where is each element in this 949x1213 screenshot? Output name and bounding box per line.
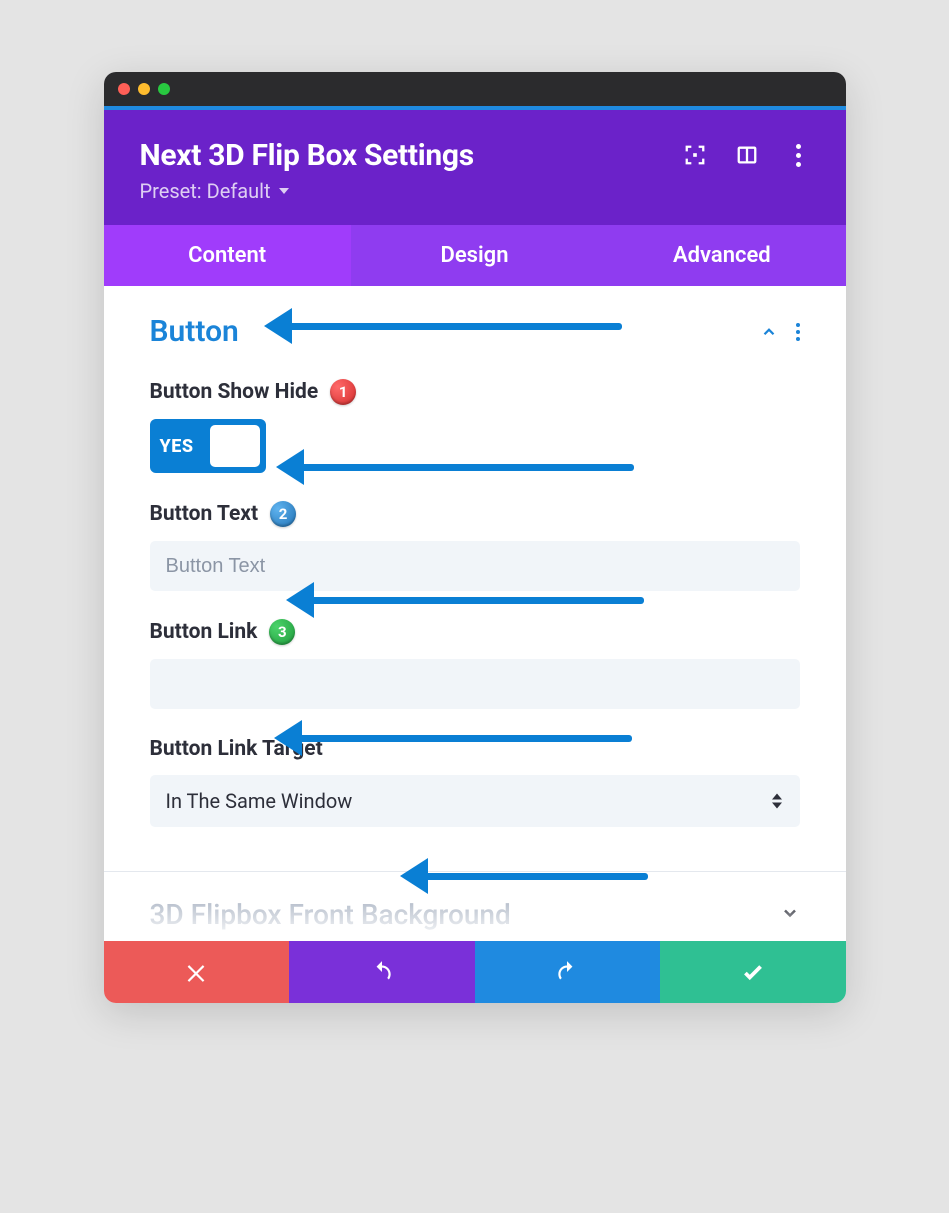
select-link-target[interactable]: In The Same Window: [150, 775, 800, 827]
toggle-show-hide[interactable]: YES: [150, 419, 266, 473]
section-more-icon[interactable]: [796, 323, 800, 341]
mac-titlebar: [104, 72, 846, 106]
section-title: Button: [150, 314, 239, 349]
redo-button[interactable]: [475, 941, 661, 1003]
chevron-down-icon: [780, 903, 800, 927]
field-button-link: Button Link 3: [104, 605, 846, 723]
maximize-window-dot[interactable]: [158, 83, 170, 95]
header-actions: [684, 138, 810, 166]
modal-title: Next 3D Flip Box Settings: [140, 138, 474, 173]
settings-window: Next 3D Flip Box Settings Preset: Defaul…: [104, 72, 846, 1003]
section-header-button[interactable]: Button: [104, 286, 846, 365]
more-menu-icon[interactable]: [788, 144, 810, 166]
annotation-badge-1: 1: [330, 379, 356, 405]
section-header-front-background[interactable]: 3D Flipbox Front Background: [104, 872, 846, 941]
input-button-link[interactable]: [150, 659, 800, 709]
preset-label: Preset: Default: [140, 179, 271, 203]
label-button-link-target: Button Link Target: [150, 737, 323, 761]
label-button-show-hide: Button Show Hide: [150, 380, 319, 404]
minimize-window-dot[interactable]: [138, 83, 150, 95]
tab-design[interactable]: Design: [351, 225, 598, 286]
tab-content[interactable]: Content: [104, 225, 351, 286]
toggle-label: YES: [160, 436, 194, 457]
undo-button[interactable]: [289, 941, 475, 1003]
label-button-link: Button Link: [150, 620, 258, 644]
cancel-button[interactable]: [104, 941, 290, 1003]
focus-icon[interactable]: [684, 144, 706, 166]
content-panel: Button Button Show Hide 1 YES: [104, 286, 846, 941]
caret-down-icon: [279, 188, 289, 194]
field-button-link-target: Button Link Target In The Same Window: [104, 723, 846, 841]
modal-header: Next 3D Flip Box Settings Preset: Defaul…: [104, 110, 846, 225]
confirm-button[interactable]: [660, 941, 846, 1003]
annotation-badge-3: 3: [269, 619, 295, 645]
toggle-knob: [210, 425, 260, 467]
input-button-text[interactable]: [150, 541, 800, 591]
chevron-up-icon[interactable]: [760, 323, 778, 341]
field-button-show-hide: Button Show Hide 1 YES: [104, 365, 846, 487]
annotation-badge-2: 2: [270, 501, 296, 527]
preset-selector[interactable]: Preset: Default: [140, 179, 474, 203]
tab-bar: Content Design Advanced: [104, 225, 846, 286]
collapsed-section-title: 3D Flipbox Front Background: [150, 898, 511, 931]
modal-footer: [104, 941, 846, 1003]
label-button-text: Button Text: [150, 502, 259, 526]
select-value: In The Same Window: [166, 789, 353, 813]
field-button-text: Button Text 2: [104, 487, 846, 605]
columns-icon[interactable]: [736, 144, 758, 166]
close-window-dot[interactable]: [118, 83, 130, 95]
tab-advanced[interactable]: Advanced: [598, 225, 845, 286]
